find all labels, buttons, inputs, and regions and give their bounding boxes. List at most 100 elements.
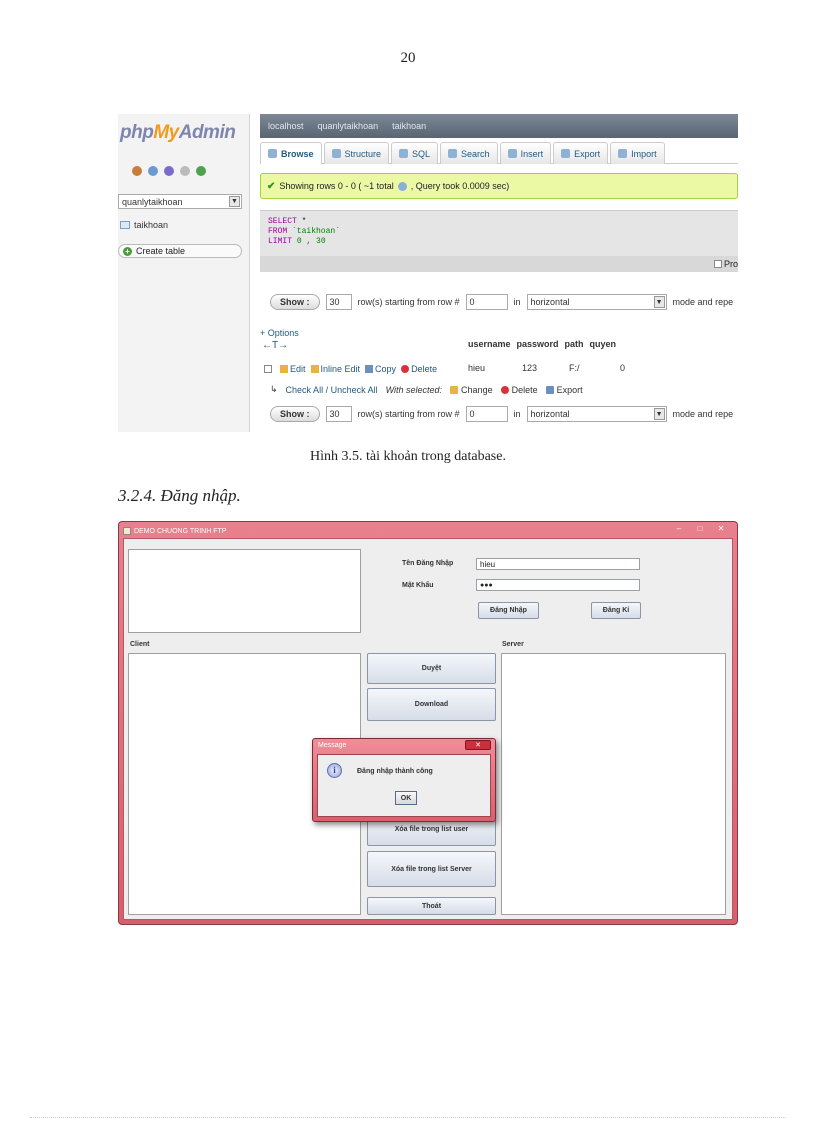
navigation-row-bottom: Show : 30 row(s) starting from row # 0 i… <box>270 405 738 423</box>
mode-select[interactable]: horizontal ▼ <box>526 406 667 422</box>
app-icon <box>123 527 131 535</box>
login-button[interactable]: Đăng Nhập <box>478 602 539 619</box>
rows-input[interactable]: 30 <box>325 406 352 422</box>
in-text: in <box>513 409 521 419</box>
minimize-icon[interactable]: – <box>669 523 689 535</box>
window-controls: – □ ✕ <box>669 523 731 535</box>
import-icon <box>618 149 628 158</box>
ftp-app-window: DEMO CHUONG TRINH FTP – □ ✕ Tên Đăng Nhậ… <box>118 521 738 925</box>
window-content: Tên Đăng Nhập hieu Mật Khẩu ●●● Đăng Nhậ… <box>123 538 733 920</box>
repeat-text: mode and repe <box>672 297 734 307</box>
rows-input[interactable]: 30 <box>325 294 352 310</box>
database-select[interactable]: quanlytaikhoan ▼ <box>118 194 242 209</box>
download-button[interactable]: Download <box>367 688 496 721</box>
create-table-button[interactable]: + Create table <box>118 244 242 258</box>
cell-password: 123 <box>522 363 538 373</box>
success-text-before: Showing rows 0 - 0 ( ~1 total <box>279 181 394 191</box>
chevron-down-icon: ▼ <box>229 196 240 207</box>
options-link[interactable]: + Options <box>260 328 299 338</box>
tab-label: Insert <box>520 148 544 159</box>
sidebar-item-taikhoan[interactable]: taikhoan <box>120 220 168 230</box>
tab-structure[interactable]: Structure <box>323 142 390 164</box>
help-icon[interactable] <box>164 166 174 176</box>
log-area[interactable] <box>128 549 361 633</box>
tab-insert[interactable]: Insert <box>499 142 552 164</box>
pma-logo-my: My <box>153 122 179 143</box>
rows-text: row(s) starting from row # <box>357 297 460 307</box>
rows-text: row(s) starting from row # <box>357 409 460 419</box>
start-row-input[interactable]: 0 <box>465 294 508 310</box>
delete-button[interactable]: Delete <box>401 364 437 374</box>
breadcrumb: localhost quanlytaikhoan taikhoan <box>260 114 738 138</box>
check-icon: ✔ <box>267 180 276 192</box>
cell-path: F:/ <box>569 363 580 373</box>
close-icon[interactable]: ✕ <box>465 740 491 750</box>
sql-query-icon[interactable] <box>148 166 158 176</box>
tab-search[interactable]: Search <box>440 142 498 164</box>
docs-icon[interactable] <box>180 166 190 176</box>
edit-button[interactable]: Edit <box>280 364 306 374</box>
info-icon[interactable] <box>397 181 407 191</box>
bulk-delete-button[interactable]: Delete <box>500 385 538 395</box>
change-button[interactable]: Change <box>450 385 493 395</box>
export-icon <box>561 149 571 158</box>
table-icon <box>120 221 130 229</box>
register-button[interactable]: Đăng Kí <box>591 602 641 619</box>
sql-keyword: LIMIT <box>268 237 293 246</box>
copy-icon <box>365 365 374 373</box>
close-icon[interactable]: ✕ <box>711 523 731 535</box>
tab-label: Browse <box>281 148 314 159</box>
breadcrumb-server[interactable]: localhost <box>268 121 304 131</box>
sql-text: 0 , 30 <box>292 237 326 246</box>
sql-text: `taikhoan` <box>287 227 341 236</box>
maximize-icon[interactable]: □ <box>690 523 710 535</box>
bulk-actions: ↳ Check All / Uncheck All With selected:… <box>270 384 583 395</box>
home-icon[interactable] <box>132 166 142 176</box>
mode-select[interactable]: horizontal ▼ <box>526 294 667 310</box>
column-header-username[interactable]: username <box>468 339 511 349</box>
profiling-label: Pro <box>723 259 738 269</box>
profiling-checkbox[interactable] <box>713 260 722 268</box>
column-arrows[interactable]: ←T→ <box>262 340 288 351</box>
check-all-link[interactable]: Check All / Uncheck All <box>286 385 378 395</box>
window-title-bar: DEMO CHUONG TRINH FTP <box>123 525 226 537</box>
breadcrumb-table[interactable]: taikhoan <box>392 121 426 131</box>
pma-tabs: Browse Structure SQL Search Insert Expor… <box>260 142 738 164</box>
browse-button[interactable]: Duyệt <box>367 653 496 684</box>
exit-button[interactable]: Thoát <box>367 897 496 915</box>
copy-button[interactable]: Copy <box>365 364 396 374</box>
navigation-row-top: Show : 30 row(s) starting from row # 0 i… <box>270 293 738 311</box>
breadcrumb-database[interactable]: quanlytaikhoan <box>318 121 379 131</box>
username-field[interactable]: hieu <box>476 558 640 570</box>
column-header-path[interactable]: path <box>565 339 584 349</box>
pma-logo: phpMyAdmin <box>120 122 236 144</box>
delete-icon <box>500 385 509 394</box>
client-label: Client <box>130 641 150 648</box>
show-button[interactable]: Show : <box>270 406 320 422</box>
bulk-export-button[interactable]: Export <box>545 385 583 395</box>
repeat-text: mode and repe <box>672 409 734 419</box>
show-button[interactable]: Show : <box>270 294 320 310</box>
tab-browse[interactable]: Browse <box>260 142 322 164</box>
dialog-message: Đăng nhập thành công <box>357 768 433 775</box>
profiling-toggle[interactable]: Pro <box>713 259 738 269</box>
column-header-password[interactable]: password <box>517 339 559 349</box>
tab-import[interactable]: Import <box>610 142 665 164</box>
plus-icon: + <box>123 246 132 256</box>
inline-edit-button[interactable]: Inline Edit <box>310 364 360 374</box>
start-row-input[interactable]: 0 <box>465 406 508 422</box>
in-text: in <box>513 297 521 307</box>
tab-export[interactable]: Export <box>553 142 609 164</box>
row-checkbox[interactable] <box>264 365 272 373</box>
tab-sql[interactable]: SQL <box>391 142 439 164</box>
window-title: DEMO CHUONG TRINH FTP <box>134 527 227 535</box>
delete-label: Delete <box>411 364 438 374</box>
password-field[interactable]: ●●● <box>476 579 640 591</box>
tab-label: Structure <box>344 148 382 159</box>
reload-icon[interactable] <box>196 166 206 176</box>
section-title: 3.2.4. Đăng nhập. <box>118 486 241 505</box>
delete-server-file-button[interactable]: Xóa file trong list Server <box>367 851 496 887</box>
server-file-list[interactable] <box>501 653 726 915</box>
ok-button[interactable]: OK <box>395 791 417 805</box>
column-header-quyen[interactable]: quyen <box>590 339 617 349</box>
